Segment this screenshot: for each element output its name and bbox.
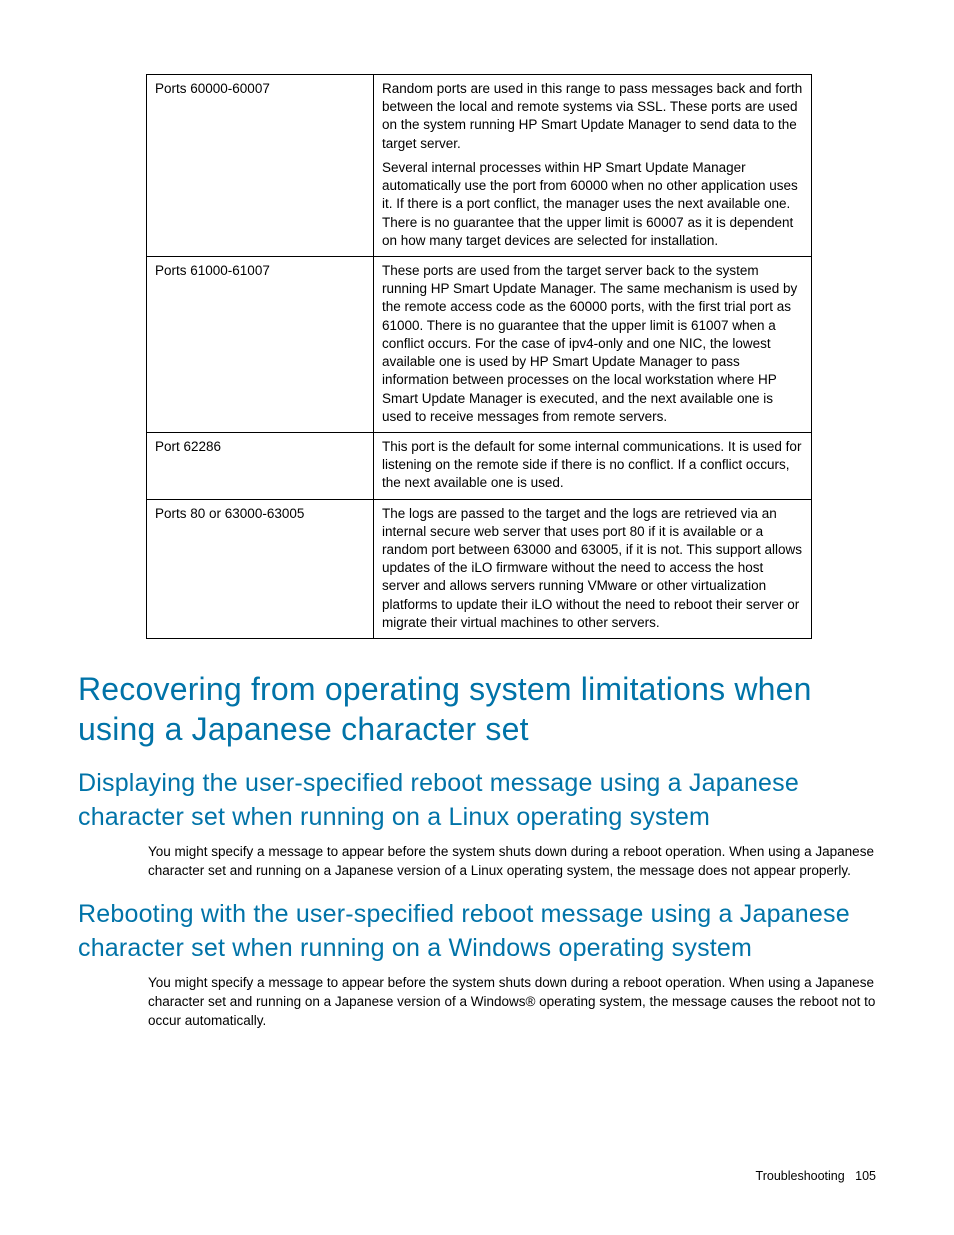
desc-cell: This port is the default for some intern… [374,432,812,499]
ports-table: Ports 60000-60007 Random ports are used … [146,74,812,639]
desc-cell: The logs are passed to the target and th… [374,499,812,639]
port-cell: Ports 60000-60007 [147,75,374,257]
footer-section: Troubleshooting [756,1169,845,1183]
table-row: Ports 80 or 63000-63005 The logs are pas… [147,499,812,639]
section-heading: Recovering from operating system limitat… [78,669,876,749]
subsection-heading-linux: Displaying the user-specified reboot mes… [78,767,876,835]
table-row: Ports 61000-61007 These ports are used f… [147,256,812,432]
table-row: Ports 60000-60007 Random ports are used … [147,75,812,257]
page-footer: Troubleshooting 105 [756,1169,876,1183]
desc-paragraph: This port is the default for some intern… [382,438,803,493]
port-cell: Port 62286 [147,432,374,499]
desc-paragraph: The logs are passed to the target and th… [382,505,803,633]
footer-page-number: 105 [855,1169,876,1183]
desc-paragraph: Several internal processes within HP Sma… [382,159,803,250]
subsection-heading-windows: Rebooting with the user-specified reboot… [78,898,876,966]
body-paragraph: You might specify a message to appear be… [148,843,876,881]
desc-cell: Random ports are used in this range to p… [374,75,812,257]
port-cell: Ports 61000-61007 [147,256,374,432]
table-row: Port 62286 This port is the default for … [147,432,812,499]
desc-cell: These ports are used from the target ser… [374,256,812,432]
body-paragraph: You might specify a message to appear be… [148,974,876,1031]
port-cell: Ports 80 or 63000-63005 [147,499,374,639]
desc-paragraph: Random ports are used in this range to p… [382,80,803,153]
desc-paragraph: These ports are used from the target ser… [382,262,803,426]
